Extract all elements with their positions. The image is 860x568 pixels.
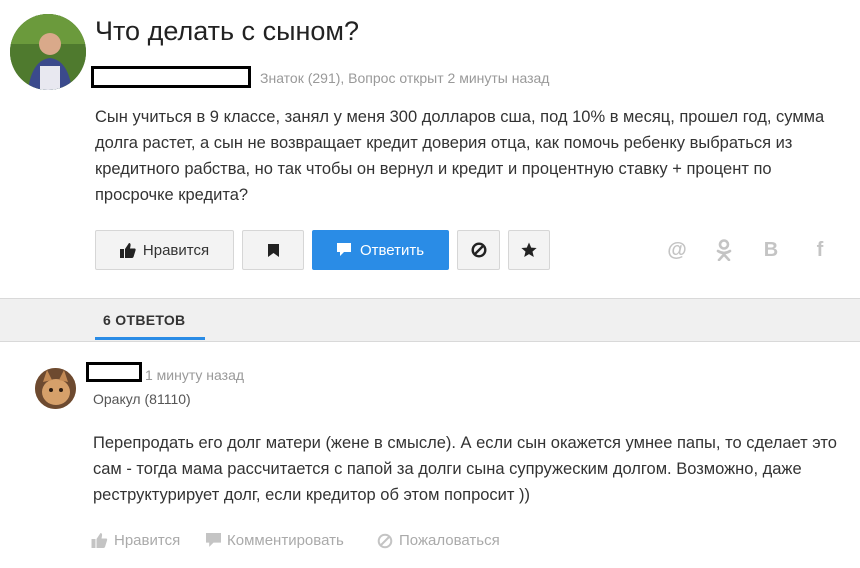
redacted-answer-author bbox=[86, 362, 142, 382]
question-author-avatar[interactable] bbox=[10, 14, 86, 90]
star-icon bbox=[521, 242, 537, 257]
star-button[interactable] bbox=[508, 230, 550, 270]
answer-button[interactable]: Ответить bbox=[312, 230, 449, 270]
comment-button[interactable]: Комментировать bbox=[206, 532, 344, 549]
comment-label: Комментировать bbox=[227, 532, 344, 549]
question-meta: Знаток (291), Вопрос открыт 2 минуты наз… bbox=[260, 70, 550, 86]
like-button[interactable]: Нравится bbox=[95, 230, 234, 270]
comment-icon bbox=[206, 533, 221, 547]
speech-bubble-icon bbox=[336, 243, 351, 256]
bookmark-icon bbox=[267, 243, 279, 257]
answer-author-avatar[interactable] bbox=[35, 368, 76, 409]
block-icon bbox=[377, 533, 393, 548]
answer-like-button[interactable]: Нравится bbox=[91, 532, 180, 549]
mail-share-icon[interactable]: @ bbox=[665, 238, 689, 262]
block-button[interactable] bbox=[457, 230, 500, 270]
redacted-author-name bbox=[91, 66, 251, 88]
like-button-label: Нравится bbox=[142, 241, 210, 259]
bookmark-button[interactable] bbox=[242, 230, 304, 270]
vk-share-icon[interactable]: B bbox=[759, 238, 783, 262]
tab-answers[interactable]: 6 ОТВЕТОВ bbox=[103, 312, 185, 328]
block-icon bbox=[470, 242, 487, 258]
thumbs-up-icon bbox=[91, 533, 108, 548]
question-title: Что делать с сыном? bbox=[95, 16, 359, 46]
report-label: Пожаловаться bbox=[399, 532, 500, 549]
answer-text: Перепродать его долг матери (жене в смыс… bbox=[93, 434, 837, 504]
answer-time: 1 минуту назад bbox=[145, 367, 245, 383]
odnoklassniki-share-icon[interactable] bbox=[712, 238, 736, 262]
question-text: Сын учиться в 9 классе, занял у меня 300… bbox=[95, 108, 825, 204]
answer-like-label: Нравится bbox=[114, 532, 181, 549]
answer-author-rank: Оракул (81110) bbox=[93, 391, 191, 407]
report-button[interactable]: Пожаловаться bbox=[377, 532, 500, 549]
answer-button-label: Ответить bbox=[359, 241, 425, 259]
thumbs-up-icon bbox=[119, 242, 136, 258]
facebook-share-icon[interactable]: f bbox=[808, 238, 832, 262]
tab-active-underline bbox=[95, 337, 205, 340]
